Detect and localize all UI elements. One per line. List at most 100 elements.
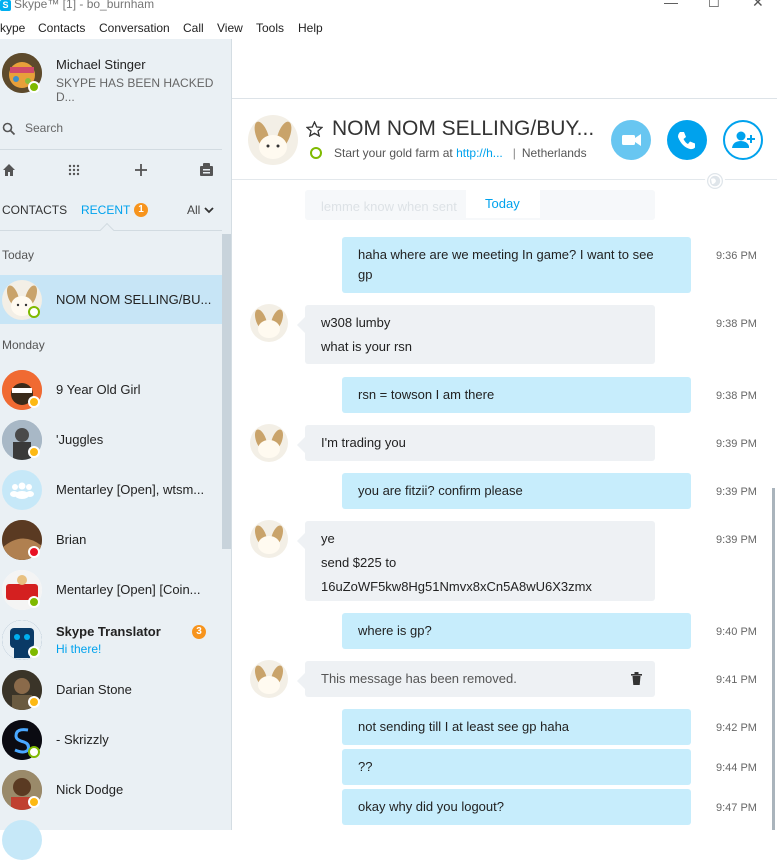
add-people-button[interactable]: [723, 120, 763, 160]
contact-name: Skype Translator: [56, 624, 161, 639]
menu-bar: kype Contacts Conversation Call View Too…: [0, 19, 777, 39]
menu-help[interactable]: Help: [298, 21, 323, 35]
unread-badge: 3: [192, 625, 206, 639]
outgoing-message[interactable]: ??: [342, 749, 691, 785]
video-call-button[interactable]: [611, 120, 651, 160]
outgoing-message[interactable]: not sending till I at least see gp haha: [342, 709, 691, 745]
conversation-scrollbar[interactable]: [772, 488, 775, 830]
contact-name: Darian Stone: [56, 682, 132, 697]
menu-view[interactable]: View: [217, 21, 243, 35]
message-line: This message has been removed.: [321, 671, 517, 686]
message-line: not sending till I at least see gp haha: [358, 719, 570, 734]
contact-name: Mentarley [Open] [Coin...: [56, 582, 201, 597]
contact-name: 9 Year Old Girl: [56, 382, 141, 397]
add-icon[interactable]: [134, 163, 148, 177]
message-line: haha where are we meeting In game? I wan…: [358, 247, 654, 262]
message-line: w308 lumby: [321, 315, 391, 330]
chevron-down-icon[interactable]: [204, 207, 214, 214]
outgoing-message[interactable]: where is gp?: [342, 613, 691, 649]
blank-top-area: [232, 39, 777, 99]
status-away-icon: [28, 696, 40, 708]
section-monday: Monday: [2, 338, 45, 352]
minimize-button[interactable]: —: [664, 0, 678, 10]
sidebar-scrollbar[interactable]: [222, 234, 231, 549]
bunny-avatar-image: [254, 121, 292, 159]
incoming-message[interactable]: w308 lumby what is your rsn: [297, 305, 655, 364]
contact-name: - Skrizzly: [56, 732, 109, 747]
message-time: 9:47 PM: [716, 802, 757, 814]
mood-link[interactable]: http://h...: [456, 146, 503, 160]
contact-name: NOM NOM SELLING/BU...: [56, 292, 212, 307]
recent-item[interactable]: Skype Translator Hi there! 3: [0, 615, 222, 665]
status-busy-icon: [28, 546, 40, 558]
message-time: 9:40 PM: [716, 626, 757, 638]
menu-contacts[interactable]: Contacts: [38, 21, 85, 35]
message-time: 9:39 PM: [716, 534, 757, 546]
dialpad-icon[interactable]: [68, 164, 80, 176]
add-person-icon: [732, 131, 755, 148]
favorite-star-icon[interactable]: [306, 121, 323, 137]
contacts-card-icon[interactable]: [198, 163, 214, 177]
removed-message[interactable]: This message has been removed.: [297, 661, 655, 697]
recent-item[interactable]: 9 Year Old Girl: [0, 365, 222, 415]
audio-call-button[interactable]: [667, 120, 707, 160]
recent-item[interactable]: Mentarley [Open] [Coin...: [0, 565, 222, 615]
group-avatar: [2, 470, 42, 510]
filter-dropdown[interactable]: All: [187, 203, 200, 217]
outgoing-message[interactable]: you are fitzii? confirm please: [342, 473, 691, 509]
mood-separator: |: [512, 146, 516, 160]
menu-call[interactable]: Call: [183, 21, 204, 35]
sidebar: Michael Stinger SKYPE HAS BEEN HACKED D.…: [0, 39, 232, 860]
message-time: 9:42 PM: [716, 722, 757, 734]
maximize-button[interactable]: ☐: [708, 0, 720, 11]
outgoing-message[interactable]: haha where are we meeting In game? I wan…: [342, 237, 691, 293]
home-icon[interactable]: [2, 163, 16, 177]
outgoing-message[interactable]: rsn = towson I am there: [342, 377, 691, 413]
contact-name: Brian: [56, 532, 87, 547]
globe-icon: [708, 174, 722, 188]
recent-item[interactable]: - Skrizzly: [0, 715, 222, 765]
profile-mood[interactable]: SKYPE HAS BEEN HACKED D...: [56, 76, 231, 104]
status-away-icon: [28, 396, 40, 408]
sender-avatar[interactable]: [250, 424, 288, 462]
section-today: Today: [2, 248, 35, 262]
incoming-message[interactable]: I'm trading you: [297, 425, 655, 461]
tab-contacts[interactable]: CONTACTS: [2, 203, 67, 217]
conversation-avatar[interactable]: [248, 115, 298, 165]
close-button[interactable]: ✕: [752, 0, 764, 11]
search-placeholder: Search: [25, 121, 64, 135]
window-title: Skype™ [1] - bo_burnham: [14, 0, 155, 11]
recent-item[interactable]: Nick Dodge: [0, 765, 222, 815]
sender-avatar[interactable]: [250, 304, 288, 342]
contact-name: Nick Dodge: [56, 782, 124, 797]
status-online-icon: [28, 596, 40, 608]
recent-item[interactable]: Darian Stone: [0, 665, 222, 715]
phone-icon: [678, 132, 695, 150]
message-line: you are fitzii? confirm please: [358, 483, 523, 498]
bunny-avatar-image: [254, 429, 284, 458]
recent-item[interactable]: Mentarley [Open], wtsm...: [0, 465, 222, 515]
message-line: ??: [358, 759, 373, 774]
sender-avatar[interactable]: [250, 520, 288, 558]
menu-conversation[interactable]: Conversation: [99, 21, 170, 35]
menu-tools[interactable]: Tools: [256, 21, 284, 35]
incoming-message[interactable]: ye send $225 to 16uZoWF5kw8Hg51Nmvx8xCn5…: [297, 521, 655, 601]
message-time: 9:38 PM: [716, 390, 757, 402]
sender-avatar[interactable]: [250, 660, 288, 698]
menu-skype[interactable]: kype: [0, 21, 25, 35]
tab-recent[interactable]: RECENT: [81, 203, 130, 217]
profile-name[interactable]: Michael Stinger: [56, 57, 146, 72]
recent-item-active[interactable]: NOM NOM SELLING/BU...: [0, 275, 222, 324]
outgoing-message[interactable]: okay why did you logout?: [342, 789, 691, 825]
conversation-status-icon: [310, 147, 322, 159]
message-time: 9:41 PM: [716, 674, 757, 686]
recent-item[interactable]: 'Juggles: [0, 415, 222, 465]
contact-name: Mentarley [Open], wtsm...: [56, 482, 205, 497]
search-box[interactable]: Search: [0, 118, 222, 140]
status-away-icon: [28, 446, 40, 458]
contact-avatar-partial: [2, 820, 42, 860]
recent-item[interactable]: Brian: [0, 515, 222, 565]
conversation-title[interactable]: NOM NOM SELLING/BUY...: [332, 117, 594, 141]
message-time: 9:39 PM: [716, 438, 757, 450]
trash-icon[interactable]: [631, 672, 642, 685]
